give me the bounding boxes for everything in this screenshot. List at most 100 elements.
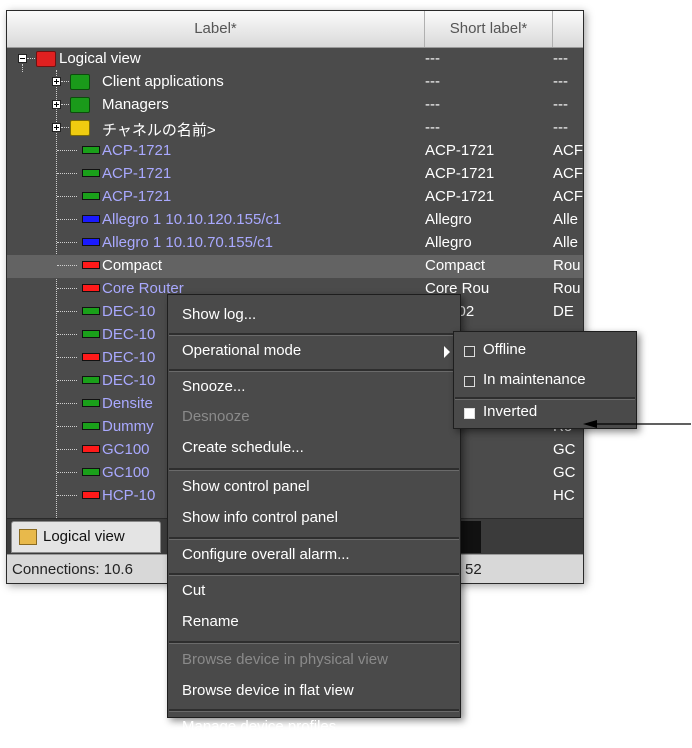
third-cell: --- <box>553 50 568 67</box>
menu-item-browse-flat-view[interactable]: Browse device in flat view <box>168 678 460 706</box>
tree-label: GC100 <box>102 464 150 481</box>
expand-icon[interactable] <box>52 100 61 109</box>
device-status-icon <box>82 330 100 338</box>
menu-separator <box>169 537 459 540</box>
tree-connector <box>61 127 69 129</box>
tree-device-row[interactable]: ACP-1721 ACP-1721 ACF <box>7 140 583 163</box>
tree-label: HCP-10 <box>102 487 156 504</box>
tree-root-logical-view[interactable]: Logical view --- --- <box>7 48 583 71</box>
tree-connector <box>57 380 77 382</box>
menu-separator <box>169 573 459 576</box>
tree-label: Compact <box>102 257 163 274</box>
tree-device-row[interactable]: ACP-1721 ACP-1721 ACF <box>7 163 583 186</box>
tree-label: GC100 <box>102 441 150 458</box>
tree-label: Client applications <box>102 73 224 90</box>
folder-icon <box>70 74 90 90</box>
folder-icon <box>19 529 37 545</box>
device-status-icon <box>82 215 100 223</box>
collapse-icon[interactable] <box>18 54 27 63</box>
column-header-label[interactable]: Label* <box>7 11 425 47</box>
menu-item-configure-overall-alarm[interactable]: Configure overall alarm... <box>168 542 460 570</box>
checkbox-icon[interactable] <box>464 408 475 419</box>
tree-group-managers[interactable]: Managers --- --- <box>7 94 583 117</box>
tree-label: ACP-1721 <box>102 165 172 182</box>
third-cell: GC <box>553 464 576 481</box>
tree-label: Managers <box>102 96 169 113</box>
menu-item-show-log[interactable]: Show log... <box>168 302 460 330</box>
folder-icon <box>70 120 90 136</box>
tree-connector <box>57 219 77 221</box>
menu-separator <box>169 641 459 644</box>
tree-connector <box>57 472 77 474</box>
tree-label: チャネルの名前> <box>102 122 216 139</box>
tree-label: Logical view <box>59 50 141 67</box>
tree-connector <box>57 173 77 175</box>
tree-connector <box>57 495 77 497</box>
menu-item-create-schedule[interactable]: Create schedule... <box>168 435 460 463</box>
folder-open-icon <box>36 51 56 67</box>
menu-separator <box>169 333 459 336</box>
checkbox-icon[interactable] <box>464 346 475 357</box>
expand-icon[interactable] <box>52 123 61 132</box>
tree-device-row[interactable]: Compact Compact Rou <box>7 255 583 278</box>
menu-item-manage-device-profiles[interactable]: Manage device profiles... <box>168 714 460 742</box>
tab-logical-view[interactable]: Logical view <box>11 521 161 553</box>
third-cell: Rou <box>553 257 581 274</box>
menu-item-snooze[interactable]: Snooze... <box>168 374 460 402</box>
submenu-item-offline[interactable]: Offline <box>454 336 636 366</box>
tree-group-client-applications[interactable]: Client applications --- --- <box>7 71 583 94</box>
tree-connector <box>57 357 77 359</box>
tree-device-row[interactable]: Allegro 1 10.10.70.155/c1 Allegro Alle <box>7 232 583 255</box>
tree-label: ACP-1721 <box>102 142 172 159</box>
device-status-icon <box>82 491 100 499</box>
tree-connector <box>61 81 69 83</box>
menu-item-operational-mode[interactable]: Operational mode <box>168 338 460 366</box>
tree-label: DEC-10 <box>102 372 156 389</box>
device-status-icon <box>82 238 100 246</box>
context-menu: Show log... Operational mode Snooze... D… <box>167 294 461 735</box>
checkbox-icon[interactable] <box>464 376 475 387</box>
short-label-cell: ACP-1721 <box>425 165 495 182</box>
menu-separator <box>169 709 459 712</box>
column-header-short-label[interactable]: Short label* <box>425 11 553 47</box>
short-label-cell: --- <box>425 96 440 113</box>
tree-label: Allegro 1 10.10.70.155/c1 <box>102 234 273 251</box>
menu-item-show-info-control-panel[interactable]: Show info control panel <box>168 505 460 533</box>
tree-connector <box>57 449 77 451</box>
tree-group-channel-name[interactable]: チャネルの名前> --- --- <box>7 117 583 140</box>
submenu-arrow-icon <box>444 346 450 358</box>
third-cell: ACF <box>553 188 583 205</box>
third-cell: ACF <box>553 142 583 159</box>
status-tail: 52 <box>465 561 482 578</box>
tree-connector <box>57 311 77 313</box>
device-status-icon <box>82 376 100 384</box>
expand-icon[interactable] <box>52 77 61 86</box>
tree-device-row[interactable]: Allegro 1 10.10.120.155/c1 Allegro Alle <box>7 209 583 232</box>
tree-connector <box>57 288 77 290</box>
submenu-item-in-maintenance[interactable]: In maintenance <box>454 366 636 396</box>
device-status-icon <box>82 146 100 154</box>
menu-item-cut[interactable]: Cut <box>168 578 460 606</box>
column-header-third[interactable] <box>553 11 583 47</box>
menu-item-desnooze: Desnooze <box>182 408 250 425</box>
device-status-icon <box>82 169 100 177</box>
device-status-icon <box>82 307 100 315</box>
tree-connector <box>57 334 77 336</box>
tree-label: ACP-1721 <box>102 188 172 205</box>
device-status-icon <box>82 468 100 476</box>
device-status-icon <box>82 422 100 430</box>
device-status-icon <box>82 353 100 361</box>
third-cell: HC <box>553 487 575 504</box>
menu-separator <box>169 468 459 471</box>
tree-connector <box>27 58 35 60</box>
tree-label: DEC-10 <box>102 326 156 343</box>
menu-item-rename[interactable]: Rename <box>168 609 460 637</box>
short-label-cell: --- <box>425 50 440 67</box>
device-status-icon <box>82 445 100 453</box>
tree-device-row[interactable]: ACP-1721 ACP-1721 ACF <box>7 186 583 209</box>
operational-mode-submenu: Offline In maintenance Inverted <box>453 331 637 429</box>
menu-item-show-control-panel[interactable]: Show control panel <box>168 474 460 502</box>
tree-connector <box>57 426 77 428</box>
third-cell: Alle <box>553 211 579 228</box>
tree-label: Dummy <box>102 418 154 435</box>
